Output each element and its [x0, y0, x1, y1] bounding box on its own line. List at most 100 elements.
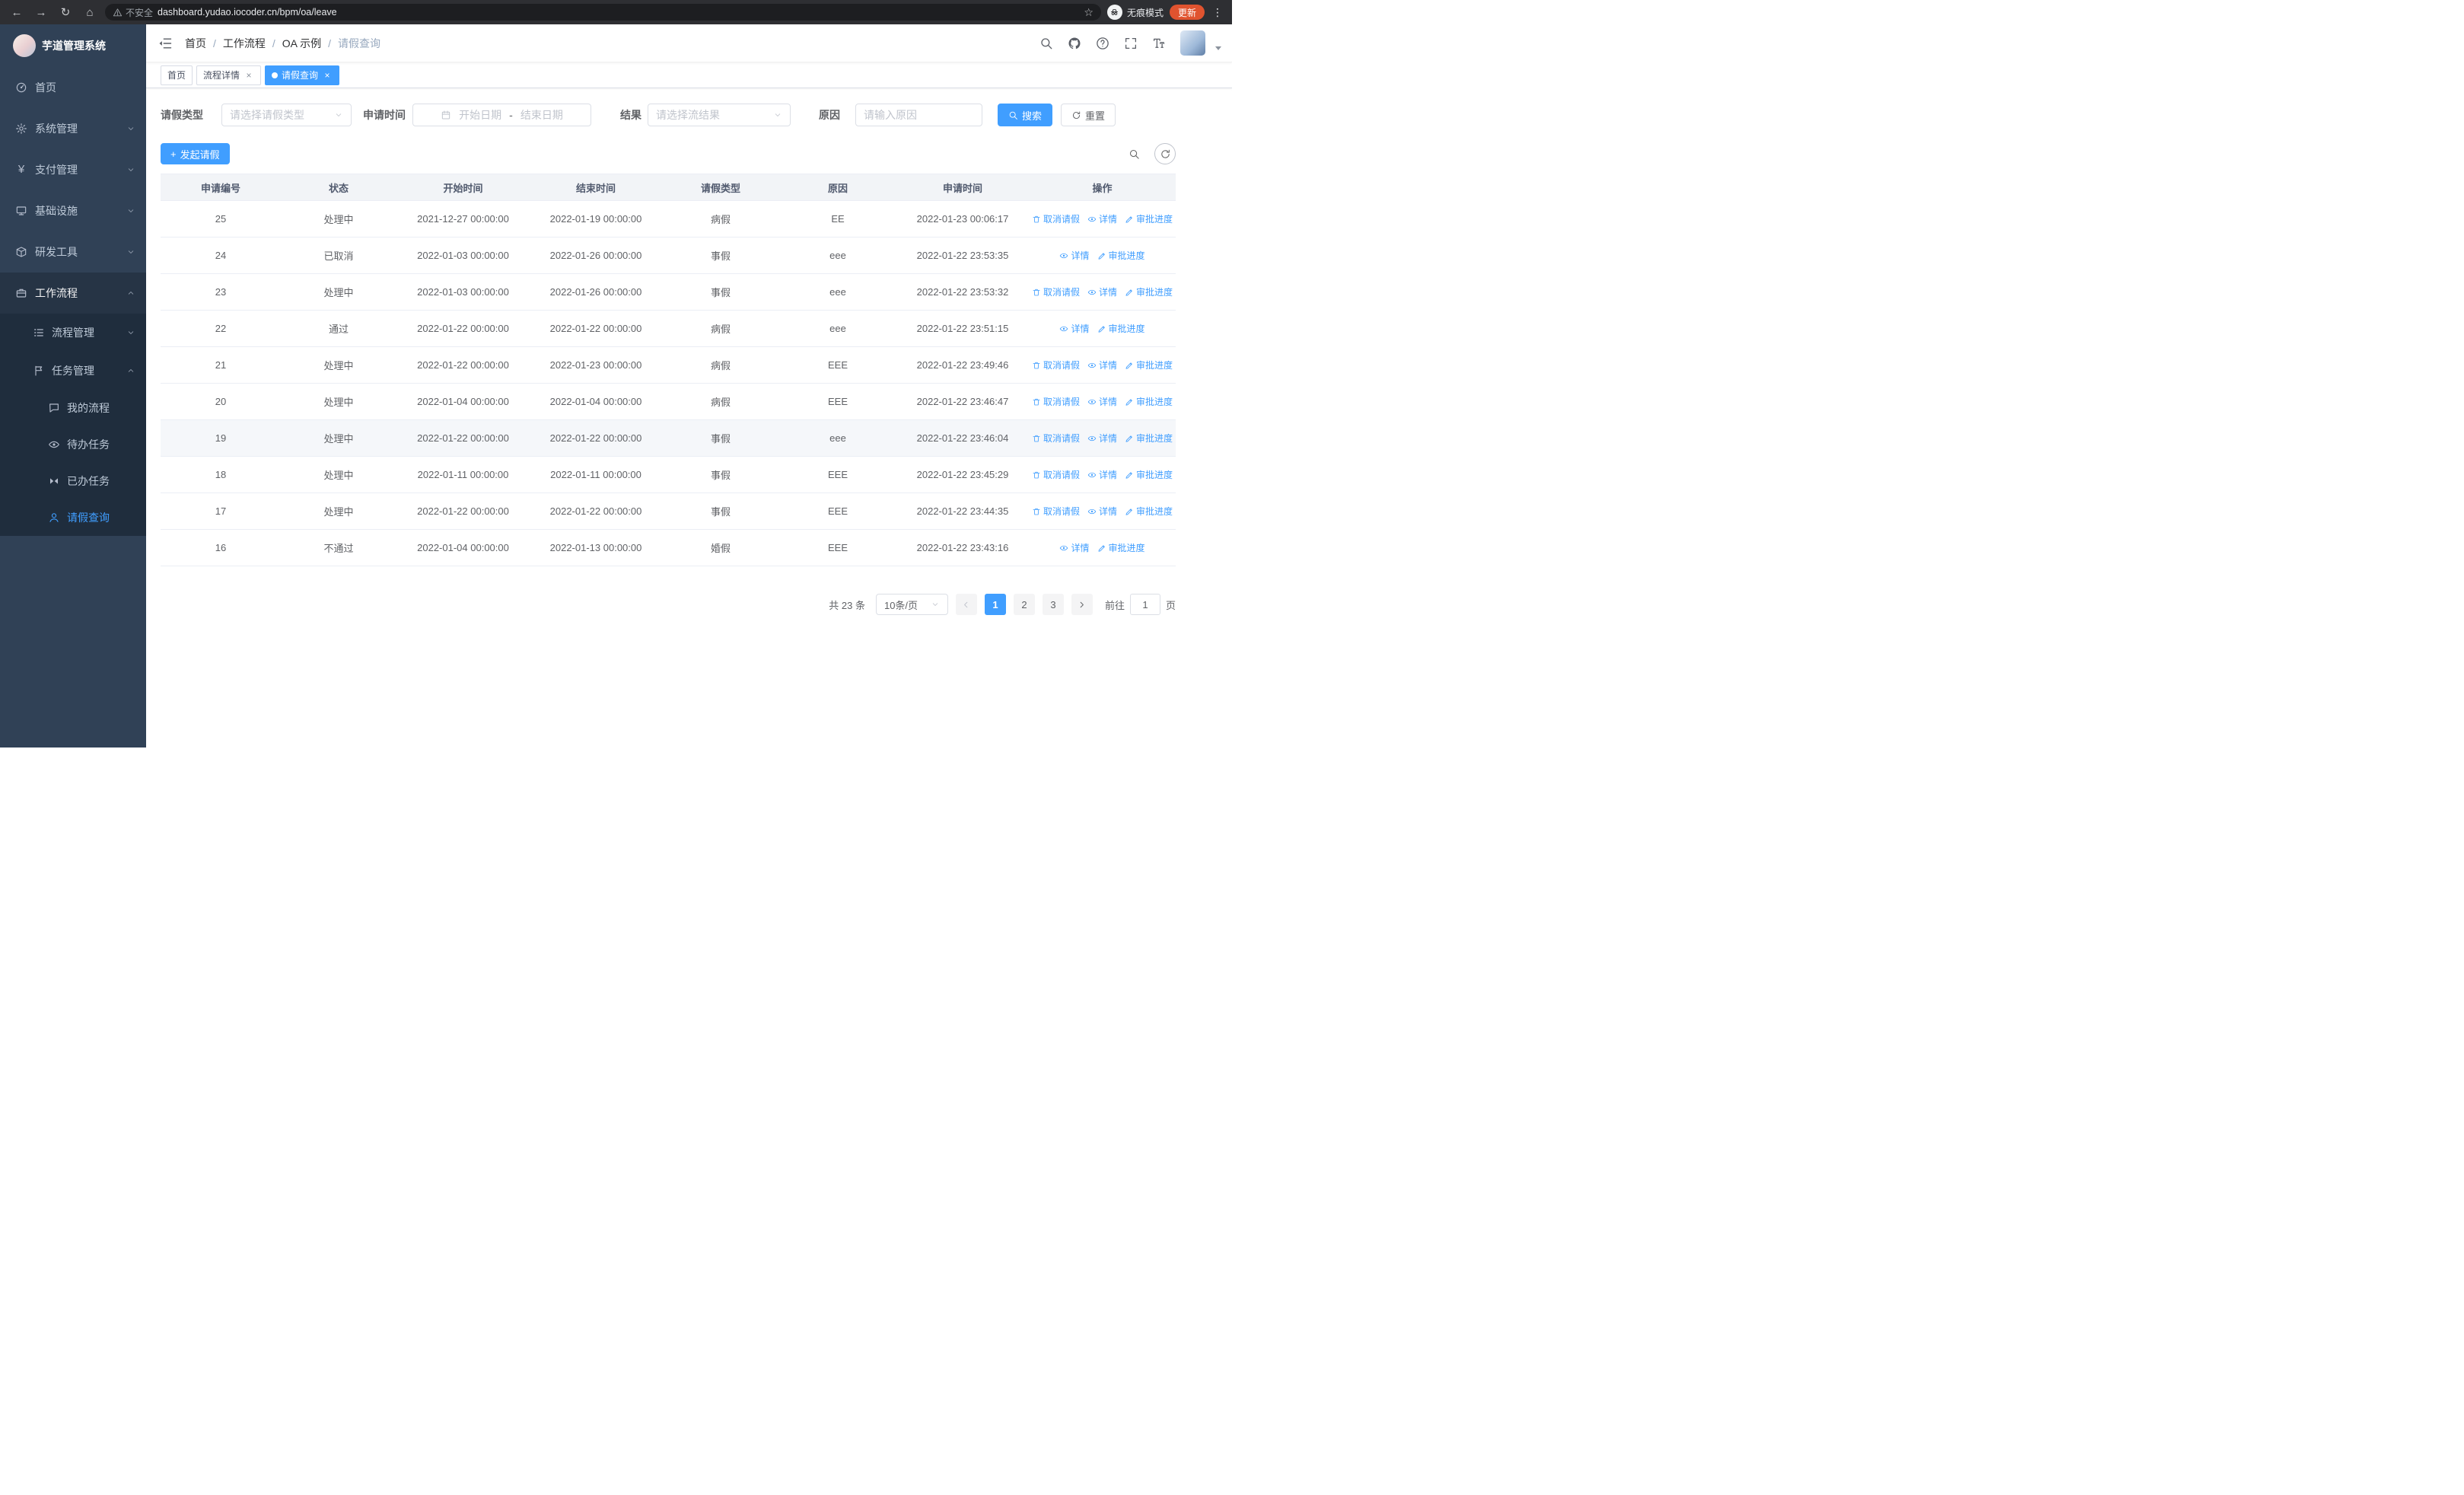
breadcrumb-home[interactable]: 首页 [185, 36, 206, 51]
sidebar-item-workflow[interactable]: 工作流程 [0, 273, 146, 314]
sidebar-item-task-management[interactable]: 任务管理 [0, 352, 146, 390]
search-icon[interactable] [1039, 37, 1053, 50]
forward-icon[interactable]: → [32, 3, 50, 21]
table-row[interactable]: 24 已取消 2022-01-03 00:00:00 2022-01-26 00… [161, 237, 1176, 274]
detail-link[interactable]: 详情 [1087, 212, 1117, 225]
leave-type-select[interactable]: 请选择请假类型 [221, 104, 352, 126]
tag-close-icon[interactable]: × [322, 70, 333, 81]
table-row[interactable]: 21 处理中 2022-01-22 00:00:00 2022-01-23 00… [161, 347, 1176, 384]
cancel-leave-link[interactable]: 取消请假 [1032, 505, 1080, 518]
approval-progress-link[interactable]: 审批进度 [1125, 505, 1173, 518]
help-icon[interactable] [1096, 37, 1109, 50]
action-label: 取消请假 [1043, 214, 1080, 225]
approval-progress-link[interactable]: 审批进度 [1125, 432, 1173, 445]
cancel-leave-link[interactable]: 取消请假 [1032, 395, 1080, 408]
page-button-1[interactable]: 1 [984, 594, 1006, 615]
result-select[interactable]: 请选择流结果 [648, 104, 791, 126]
approval-progress-link[interactable]: 审批进度 [1125, 359, 1173, 371]
sidebar-logo[interactable]: 芋道管理系统 [0, 24, 146, 67]
table-row[interactable]: 23 处理中 2022-01-03 00:00:00 2022-01-26 00… [161, 274, 1176, 311]
approval-progress-link[interactable]: 审批进度 [1125, 468, 1173, 481]
page-size-select[interactable]: 10条/页 [875, 594, 948, 615]
cell-actions: 详情 审批进度 [1029, 530, 1176, 566]
breadcrumb-separator: / [328, 37, 332, 49]
next-page-button[interactable] [1071, 594, 1093, 615]
detail-link[interactable]: 详情 [1087, 395, 1117, 408]
detail-link[interactable]: 详情 [1087, 505, 1117, 518]
page-button-3[interactable]: 3 [1042, 594, 1064, 615]
table-row[interactable]: 22 通过 2022-01-22 00:00:00 2022-01-22 00:… [161, 311, 1176, 347]
sidebar-fold-icon[interactable] [158, 36, 173, 51]
detail-link[interactable]: 详情 [1059, 541, 1090, 554]
table-row[interactable]: 19 处理中 2022-01-22 00:00:00 2022-01-22 00… [161, 420, 1176, 457]
cancel-leave-link[interactable]: 取消请假 [1032, 359, 1080, 371]
sidebar-item-home[interactable]: 首页 [0, 67, 146, 108]
table-row[interactable]: 20 处理中 2022-01-04 00:00:00 2022-01-04 00… [161, 384, 1176, 420]
detail-link[interactable]: 详情 [1059, 322, 1090, 335]
url-bar[interactable]: 不安全 dashboard.yudao.iocoder.cn/bpm/oa/le… [105, 4, 1101, 21]
approval-progress-link[interactable]: 审批进度 [1097, 541, 1145, 554]
sidebar-item-leave-query[interactable]: 请假查询 [0, 499, 146, 536]
table-row[interactable]: 25 处理中 2021-12-27 00:00:00 2022-01-19 00… [161, 201, 1176, 237]
browser-update-button[interactable]: 更新 [1169, 5, 1205, 20]
page-button-2[interactable]: 2 [1013, 594, 1035, 615]
detail-link[interactable]: 详情 [1087, 359, 1117, 371]
table-row[interactable]: 18 处理中 2022-01-11 00:00:00 2022-01-11 00… [161, 457, 1176, 493]
sidebar-item-infrastructure[interactable]: 基础设施 [0, 190, 146, 231]
approval-progress-link[interactable]: 审批进度 [1125, 212, 1173, 225]
reset-button[interactable]: 重置 [1061, 104, 1116, 126]
create-leave-button[interactable]: + 发起请假 [161, 143, 230, 164]
sidebar-item-label: 首页 [35, 81, 56, 94]
approval-progress-link[interactable]: 审批进度 [1125, 285, 1173, 298]
github-icon[interactable] [1068, 37, 1081, 50]
tag-process-detail[interactable]: 流程详情 × [196, 65, 262, 85]
cancel-leave-link[interactable]: 取消请假 [1032, 212, 1080, 225]
security-indicator[interactable]: 不安全 [113, 6, 153, 19]
prev-page-button[interactable] [955, 594, 977, 615]
toggle-search-button[interactable] [1124, 144, 1144, 164]
sidebar-item-process-management[interactable]: 流程管理 [0, 314, 146, 352]
reload-icon[interactable]: ↻ [56, 3, 75, 21]
fullscreen-icon[interactable] [1124, 37, 1138, 50]
tag-leave-query[interactable]: 请假查询 × [265, 65, 340, 85]
cell-actions: 取消请假 详情 审批进度 [1029, 274, 1176, 310]
cell-apply-time: 2022-01-22 23:53:35 [916, 250, 1009, 261]
browser-menu-icon[interactable]: ⋮ [1211, 6, 1224, 19]
user-avatar[interactable] [1180, 30, 1205, 56]
sidebar-item-system[interactable]: 系统管理 [0, 108, 146, 149]
sidebar-item-payment[interactable]: ¥ 支付管理 [0, 149, 146, 190]
sidebar-item-devtools[interactable]: 研发工具 [0, 231, 146, 273]
avatar-caret-icon[interactable] [1215, 46, 1221, 50]
goto-page-input[interactable] [1129, 594, 1160, 615]
search-button[interactable]: 搜索 [998, 104, 1053, 126]
cancel-leave-link[interactable]: 取消请假 [1032, 432, 1080, 445]
home-icon[interactable]: ⌂ [81, 3, 99, 21]
table-row[interactable]: 16 不通过 2022-01-04 00:00:00 2022-01-13 00… [161, 530, 1176, 566]
approval-progress-link[interactable]: 审批进度 [1097, 249, 1145, 262]
apply-time-range-picker[interactable]: 开始日期 - 结束日期 [412, 104, 591, 126]
page-size-value: 10条/页 [883, 599, 918, 611]
breadcrumb-oa-example[interactable]: OA 示例 [282, 36, 321, 51]
approval-progress-link[interactable]: 审批进度 [1097, 322, 1145, 335]
refresh-table-button[interactable] [1154, 143, 1176, 164]
tag-close-icon[interactable]: × [244, 70, 254, 81]
cancel-leave-link[interactable]: 取消请假 [1032, 468, 1080, 481]
sidebar-item-label: 任务管理 [52, 365, 94, 377]
detail-link[interactable]: 详情 [1087, 432, 1117, 445]
detail-link[interactable]: 详情 [1087, 468, 1117, 481]
approval-progress-link[interactable]: 审批进度 [1125, 395, 1173, 408]
reason-input[interactable] [855, 104, 982, 126]
table-row[interactable]: 17 处理中 2022-01-22 00:00:00 2022-01-22 00… [161, 493, 1176, 530]
detail-link[interactable]: 详情 [1087, 285, 1117, 298]
cancel-leave-link[interactable]: 取消请假 [1032, 285, 1080, 298]
detail-link[interactable]: 详情 [1059, 249, 1090, 262]
sidebar-item-done-tasks[interactable]: 已办任务 [0, 463, 146, 499]
bookmark-star-icon[interactable]: ☆ [1084, 6, 1094, 19]
sidebar-item-my-processes[interactable]: 我的流程 [0, 390, 146, 426]
font-size-icon[interactable] [1152, 37, 1166, 50]
sidebar-item-todo-tasks[interactable]: 待办任务 [0, 426, 146, 463]
back-icon[interactable]: ← [8, 3, 26, 21]
cell-status: 处理中 [323, 397, 354, 408]
tag-home[interactable]: 首页 [161, 65, 193, 85]
breadcrumb-workflow[interactable]: 工作流程 [223, 36, 266, 51]
